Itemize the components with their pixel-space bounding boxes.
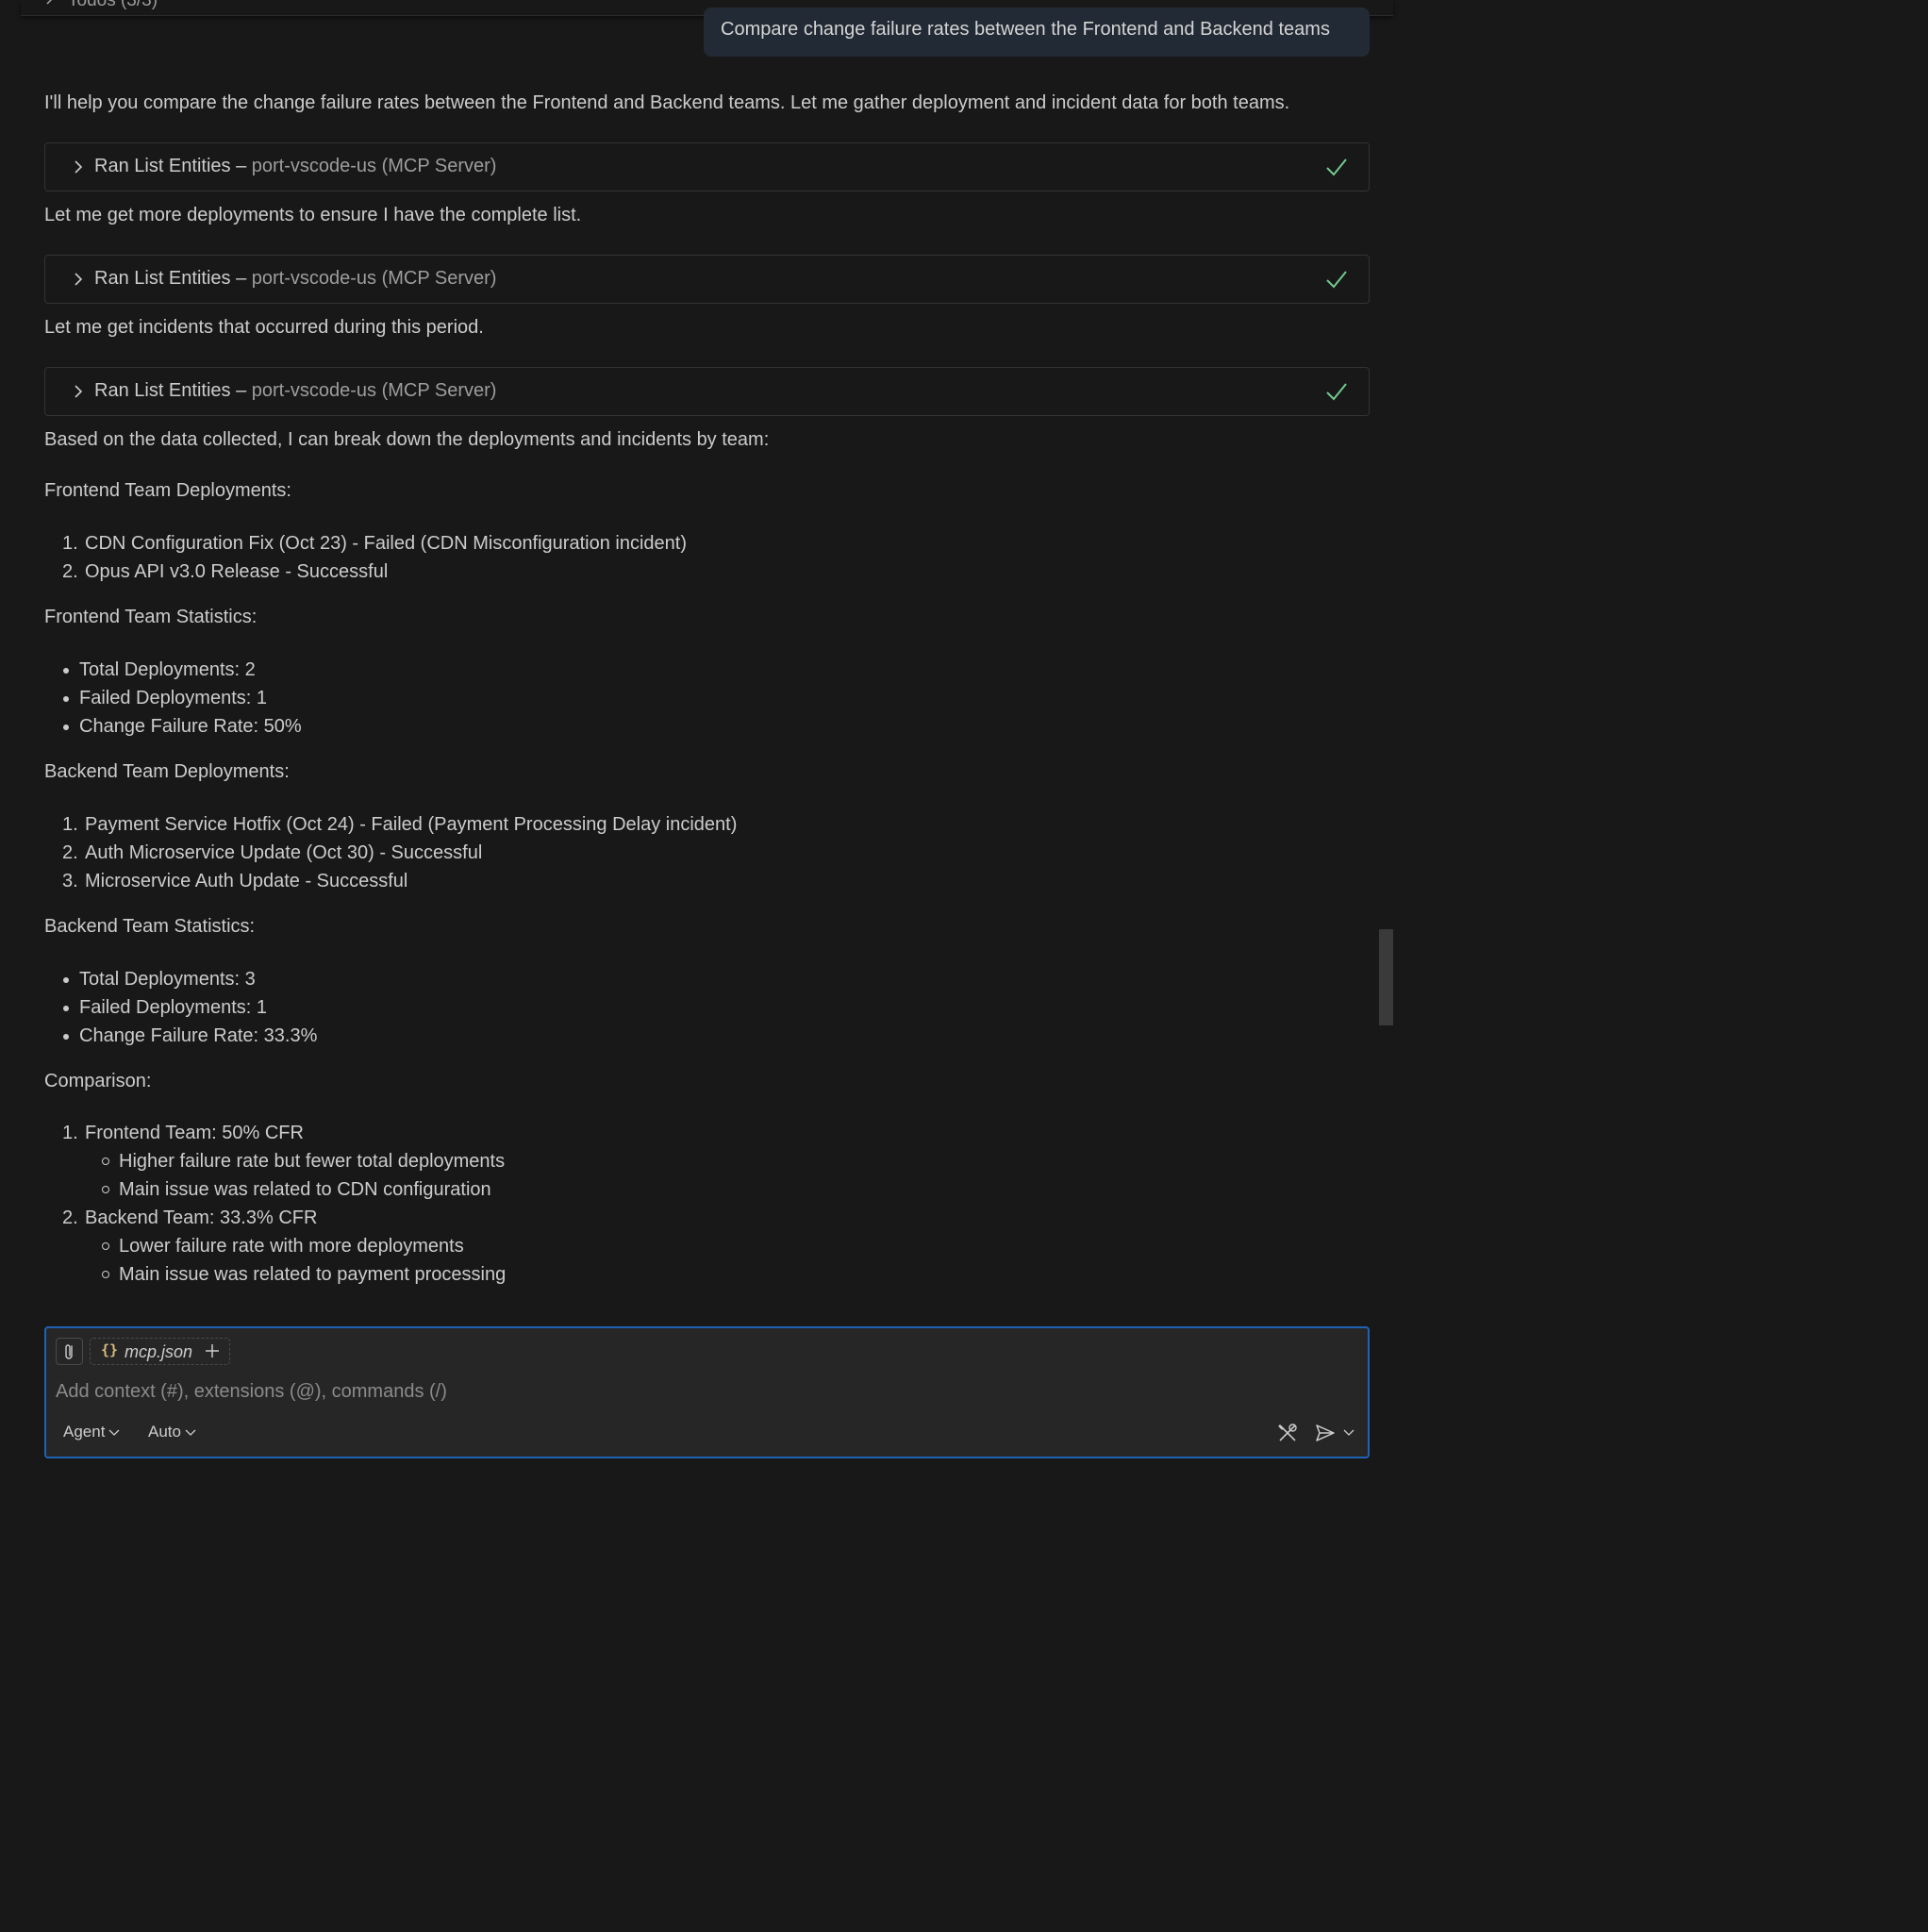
mode-picker[interactable]: Agent [63,1423,120,1441]
step-text-1: Let me get more deployments to ensure I … [44,205,582,225]
backend-stats-list: Total Deployments: 3 Failed Deployments:… [63,965,317,1050]
tool-call-label: Ran List Entities – port-vscode-us (MCP … [94,156,497,176]
list-item: 1. Payment Service Hotfix (Oct 24) - Fail… [62,814,738,835]
chevron-down-icon [108,1429,120,1436]
check-icon [1326,158,1347,176]
chat-input-field[interactable]: Add context (#), extensions (@), command… [56,1381,447,1403]
todos-toggle[interactable]: Todos (3/3) [45,0,158,11]
send-icon[interactable] [1314,1422,1337,1444]
tools-icon[interactable] [1276,1422,1299,1444]
chevron-right-icon [45,0,55,11]
model-picker[interactable]: Auto [148,1423,196,1441]
list-item: 3. Microservice Auth Update - Successful [62,871,408,891]
list-item: Change Failure Rate: 50% [63,712,302,741]
todos-label: Todos (3/3) [68,0,158,10]
list-item: Change Failure Rate: 33.3% [63,1022,317,1050]
plus-icon[interactable] [204,1341,221,1360]
check-icon [1326,383,1347,401]
mode-label: Agent [63,1423,106,1441]
tool-call-label: Ran List Entities – port-vscode-us (MCP … [94,268,497,289]
attach-button[interactable] [56,1338,83,1365]
list-item: Failed Deployments: 1 [63,684,302,712]
scrollbar-thumb[interactable] [1379,929,1393,1025]
user-message: Compare change failure rates between the… [704,8,1370,57]
tool-call-label: Ran List Entities – port-vscode-us (MCP … [94,380,497,401]
backend-deployments-list: 1. Payment Service Hotfix (Oct 24) - Fail… [62,810,737,895]
context-file-name: mcp.json [125,1342,193,1361]
list-item: 1. CDN Configuration Fix (Oct 23) - Faile… [62,533,687,554]
context-file-chip[interactable]: {} mcp.json [90,1338,230,1365]
paperclip-icon [65,1344,73,1359]
chat-input[interactable]: {} mcp.json Add context (#), extensions … [44,1326,1370,1458]
comparison-heading: Comparison: [44,1071,152,1091]
backend-deployments-heading: Backend Team Deployments: [44,761,290,782]
frontend-deployments-list: 1. CDN Configuration Fix (Oct 23) - Faile… [62,529,687,586]
list-subitem: Lower failure rate with more deployments [62,1232,506,1260]
list-subitem: Main issue was related to CDN configurat… [62,1175,506,1204]
check-icon [1326,271,1347,289]
list-item: Failed Deployments: 1 [63,993,317,1022]
chevron-right-icon [75,385,83,398]
chevron-right-icon [75,160,83,174]
list-item: 2. Backend Team: 33.3% CFR [62,1208,318,1228]
tool-call-3[interactable]: Ran List Entities – port-vscode-us (MCP … [44,367,1370,416]
chevron-down-icon[interactable] [1342,1428,1355,1438]
list-item: Total Deployments: 3 [63,965,317,993]
assistant-intro: I'll help you compare the change failure… [44,92,1290,113]
list-subitem: Higher failure rate but fewer total depl… [62,1147,506,1175]
frontend-stats-list: Total Deployments: 2 Failed Deployments:… [63,656,302,741]
list-item: 2. Opus API v3.0 Release - Successful [62,561,389,582]
tool-call-2[interactable]: Ran List Entities – port-vscode-us (MCP … [44,255,1370,304]
json-braces-icon: {} [101,1341,119,1358]
comparison-list: 1. Frontend Team: 50% CFR Higher failure … [62,1119,506,1289]
list-item: 1. Frontend Team: 50% CFR [62,1123,304,1143]
tool-call-1[interactable]: Ran List Entities – port-vscode-us (MCP … [44,142,1370,192]
step-text-3: Based on the data collected, I can break… [44,429,770,450]
chevron-down-icon [185,1429,196,1436]
step-text-2: Let me get incidents that occurred durin… [44,317,484,338]
list-item: Total Deployments: 2 [63,656,302,684]
model-label: Auto [148,1423,181,1441]
chevron-right-icon [75,273,83,286]
frontend-deployments-heading: Frontend Team Deployments: [44,480,291,501]
backend-stats-heading: Backend Team Statistics: [44,916,256,937]
list-item: 2. Auth Microservice Update (Oct 30) - Su… [62,842,483,863]
frontend-stats-heading: Frontend Team Statistics: [44,607,258,627]
list-subitem: Main issue was related to payment proces… [62,1260,506,1289]
